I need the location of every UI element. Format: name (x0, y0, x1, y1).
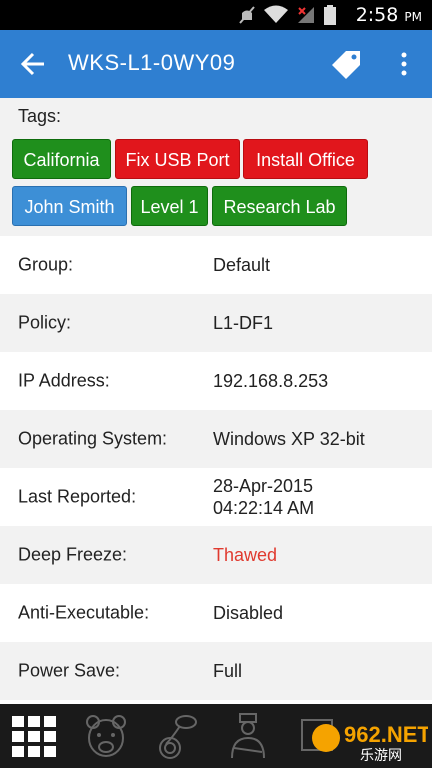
detail-label: Deep Freeze: (18, 544, 128, 565)
detail-value: Disabled (213, 603, 284, 623)
status-time-ampm: PM (404, 10, 422, 24)
svg-text:962.NET: 962.NET (344, 722, 428, 747)
detail-label: Group: (18, 254, 74, 275)
mute-icon (239, 6, 255, 24)
detail-label: Last Reported: (18, 486, 137, 507)
svg-text:乐游网: 乐游网 (360, 748, 402, 764)
detail-value: Windows XP 32-bit (213, 429, 365, 449)
detail-row-deep-freeze: Deep Freeze: Thawed (0, 526, 432, 584)
tag-research-lab[interactable]: Research Lab (212, 186, 347, 226)
detail-label: Operating System: (18, 428, 168, 449)
detail-row-operating-system: Operating System: Windows XP 32-bit (0, 410, 432, 468)
grid-icon (12, 716, 56, 757)
back-arrow-icon (20, 52, 44, 76)
status-time: 2:58 PM (356, 4, 422, 26)
detail-label: Anti-Executable: (18, 602, 150, 623)
tag-icon (332, 51, 360, 79)
bear-icon (86, 715, 126, 757)
tag-install-office[interactable]: Install Office (243, 139, 368, 179)
more-options-button[interactable] (392, 50, 416, 78)
detail-row-group: Group: Default (0, 236, 432, 294)
tag-button[interactable] (330, 49, 362, 81)
nav-bear-button[interactable] (80, 710, 132, 762)
tag-level-1[interactable]: Level 1 (131, 186, 208, 226)
detail-label: IP Address: (18, 370, 110, 391)
page-title: WKS-L1-0WY09 (68, 50, 236, 75)
tuba-icon (159, 715, 197, 759)
detail-value-time: 04:22:14 AM (213, 498, 315, 518)
detail-value: 192.168.8.253 (213, 371, 329, 391)
detail-row-last-reported: Last Reported: 28-Apr-2015 04:22:14 AM (0, 468, 432, 526)
detail-row-policy: Policy: L1-DF1 (0, 294, 432, 352)
wifi-icon (264, 5, 288, 23)
detail-row-ip-address: IP Address: 192.168.8.253 (0, 352, 432, 410)
tags-section: Tags: California Fix USB Port Install Of… (0, 98, 432, 236)
detail-value-date: 28-Apr-2015 (213, 476, 314, 496)
detail-row-anti-executable: Anti-Executable: Disabled (0, 584, 432, 642)
detail-label: Power Save: (18, 660, 121, 681)
battery-icon (324, 5, 336, 25)
status-icons (238, 5, 336, 25)
status-time-value: 2:58 (355, 4, 399, 26)
tag-john-smith[interactable]: John Smith (12, 186, 127, 226)
detail-label: Policy: (18, 312, 72, 333)
detail-row-power-save: Power Save: Full (0, 642, 432, 700)
watermark-logo: 962.NET 乐游网 (308, 714, 431, 764)
detail-value-status: Thawed (213, 545, 278, 565)
tags-label: Tags: (18, 106, 62, 126)
more-vert-icon (401, 52, 407, 76)
tag-fix-usb-port[interactable]: Fix USB Port (115, 139, 240, 179)
back-button[interactable] (18, 49, 50, 79)
signal-icon (298, 7, 314, 23)
nav-grid-button[interactable] (8, 710, 60, 762)
detail-value: Full (213, 661, 243, 681)
details-list: Group: Default Policy: L1-DF1 IP Address… (0, 236, 432, 700)
app-bar: WKS-L1-0WY09 (0, 30, 432, 98)
detail-value: L1-DF1 (213, 313, 274, 333)
person-icon (231, 713, 265, 759)
detail-value: 28-Apr-2015 04:22:14 AM (213, 475, 314, 519)
tag-california[interactable]: California (12, 139, 111, 179)
detail-value: Default (213, 255, 271, 275)
nav-tuba-button[interactable] (152, 710, 204, 762)
nav-person-button[interactable] (222, 710, 274, 762)
status-bar: 2:58 PM (0, 0, 432, 30)
